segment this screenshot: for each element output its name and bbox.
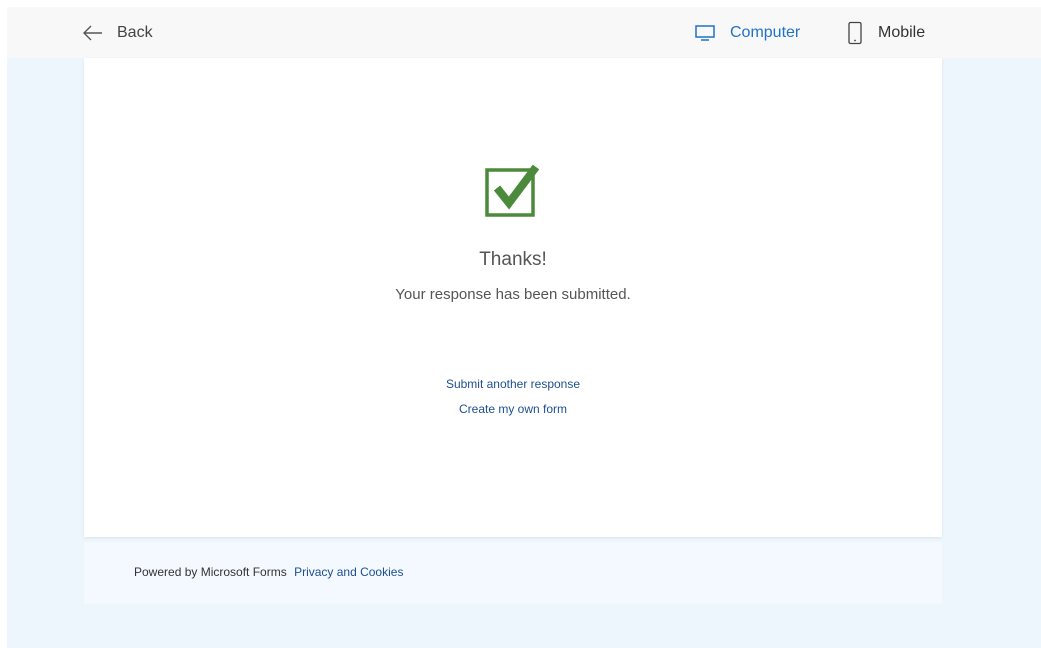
- top-bar: Back Computer Mobile: [7, 7, 1041, 58]
- back-arrow-icon: [83, 25, 102, 41]
- computer-icon: [695, 25, 715, 41]
- computer-label: Computer: [730, 24, 801, 41]
- submission-message: Your response has been submitted.: [395, 286, 631, 303]
- back-button[interactable]: Back: [83, 21, 153, 45]
- mobile-label: Mobile: [878, 24, 926, 41]
- page-frame: Back Computer Mobile Thanks! Your respon…: [7, 7, 1041, 648]
- confirmation-card: Thanks! Your response has been submitted…: [84, 58, 942, 537]
- footer-text: Powered by Microsoft Forms Privacy and C…: [134, 565, 403, 579]
- computer-view-button[interactable]: Computer: [694, 21, 800, 45]
- checkbox-checked-icon: [485, 164, 540, 217]
- back-label: Back: [117, 24, 153, 41]
- create-my-own-form-link[interactable]: Create my own form: [459, 402, 567, 416]
- submit-another-response-link[interactable]: Submit another response: [446, 377, 580, 391]
- footer: Powered by Microsoft Forms Privacy and C…: [84, 542, 942, 604]
- powered-by-text: Powered by Microsoft Forms: [134, 565, 287, 579]
- thanks-heading: Thanks!: [479, 249, 547, 270]
- privacy-and-cookies-link[interactable]: Privacy and Cookies: [294, 565, 403, 579]
- mobile-view-button[interactable]: Mobile: [846, 21, 925, 45]
- create-form-link-row: Create my own form: [84, 402, 942, 416]
- submit-another-link-row: Submit another response: [84, 377, 942, 391]
- mobile-phone-icon: [848, 21, 862, 45]
